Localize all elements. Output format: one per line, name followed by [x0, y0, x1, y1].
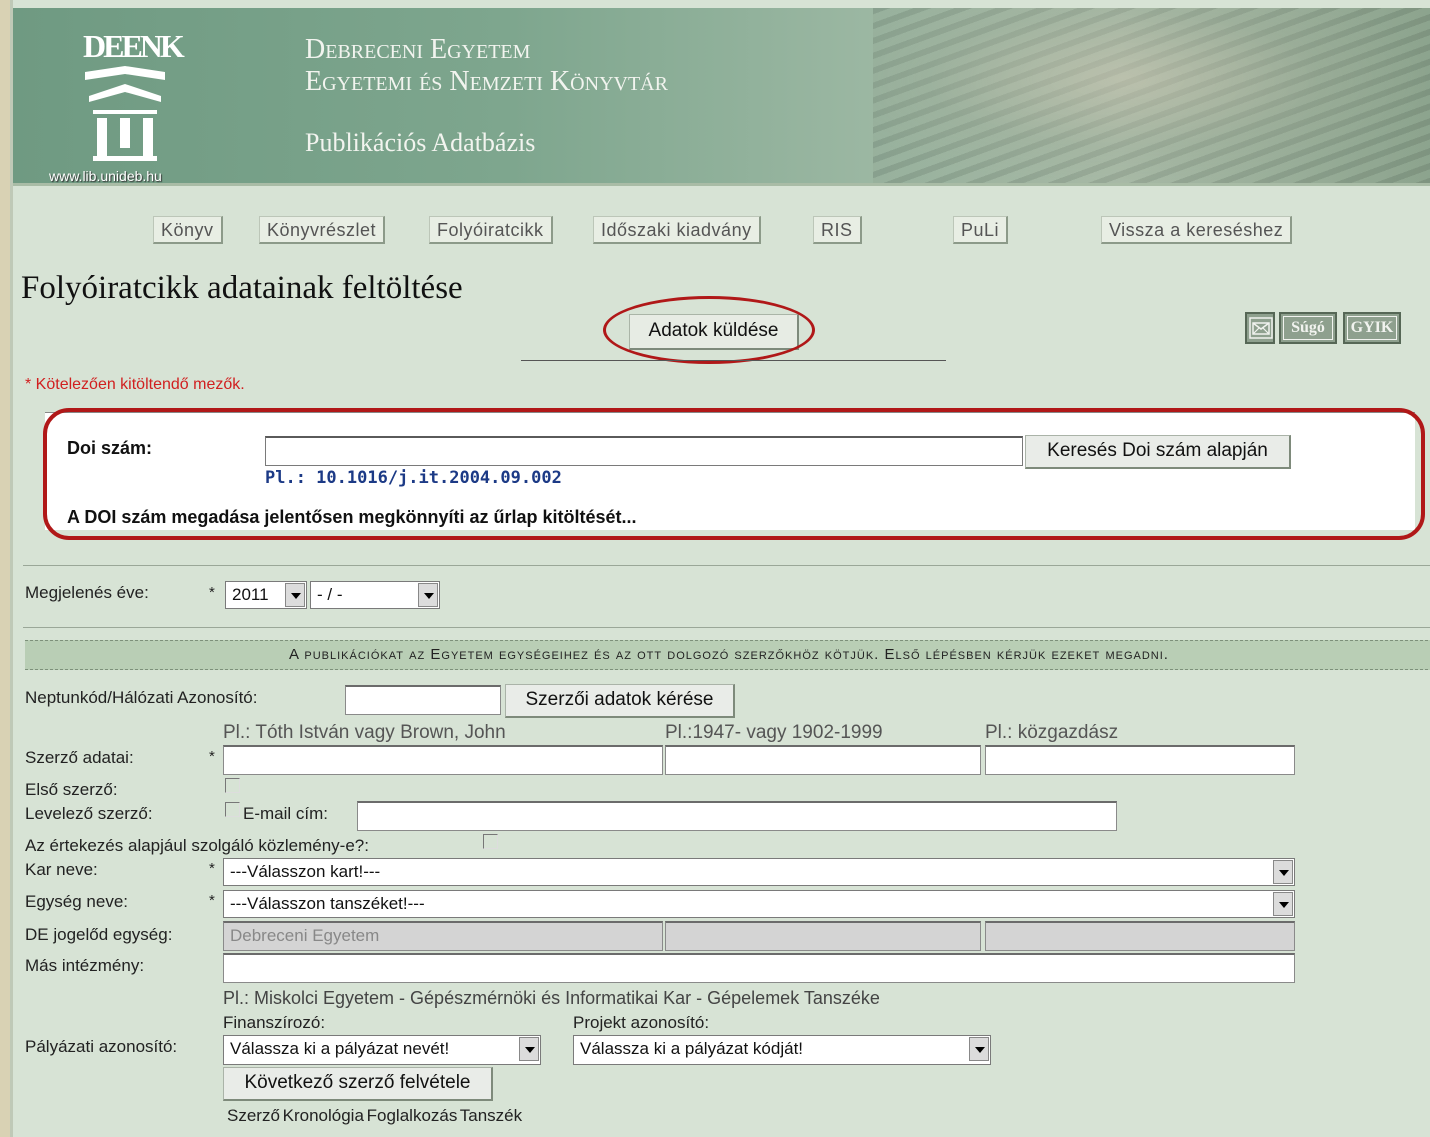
nav-back-to-search-button[interactable]: Vissza a kereséshez — [1101, 216, 1293, 244]
author-occupation-input[interactable] — [985, 745, 1295, 775]
name-hint: Pl.: Tóth István vagy Brown, John — [223, 722, 506, 743]
legal-predecessor-field-2 — [665, 921, 981, 951]
faculty-select[interactable]: ---Válasszon kart!--- — [223, 858, 1295, 886]
request-author-data-button[interactable]: Szerzői adatok kérése — [505, 684, 735, 718]
month-select-value: - / - — [317, 585, 343, 604]
project-select-value: Válassza ki a pályázat kódját! — [580, 1039, 804, 1058]
funder-label: Finanszírozó: — [223, 1013, 326, 1032]
library-logo[interactable]: DEENK www.lib.unideb.hu — [45, 28, 215, 184]
dissertation-checkbox[interactable] — [483, 834, 498, 849]
chevron-down-icon — [969, 1037, 989, 1061]
required-star: * — [209, 748, 215, 765]
month-select[interactable]: - / - — [310, 581, 440, 609]
required-star: * — [209, 860, 215, 877]
unit-select-value: ---Válasszon tanszéket!--- — [230, 894, 425, 913]
author-data-label: Szerző adatai: — [25, 748, 134, 767]
unit-label: Egység neve: — [25, 892, 129, 911]
header-banner: DEENK www.lib.unideb.hu Debreceni Egyete… — [13, 8, 1430, 186]
banner-title: Debreceni Egyetem Egyetemi és Nemzeti Kö… — [305, 34, 668, 98]
neptun-label: Neptunkód/Hálózati Azonosító: — [25, 688, 258, 707]
faculty-select-value: ---Válasszon kart!--- — [230, 862, 381, 881]
legal-predecessor-label: DE jogelőd egység: — [25, 925, 173, 944]
required-star: * — [209, 584, 215, 601]
corresponding-author-checkbox[interactable] — [225, 802, 240, 817]
chevron-down-icon — [1273, 860, 1293, 884]
year-label: Megjelenés éve: — [25, 583, 149, 602]
neptun-input[interactable] — [345, 685, 501, 715]
help-button[interactable]: Súgó — [1279, 312, 1337, 344]
year-select[interactable]: 2011 — [225, 581, 307, 609]
divider — [23, 627, 1430, 628]
first-author-label: Első szerző: — [25, 780, 118, 799]
nav-journal-article-button[interactable]: Folyóiratcikk — [429, 216, 553, 244]
send-divider — [521, 360, 946, 361]
occupation-hint: Pl.: közgazdász — [985, 722, 1119, 743]
nav-puli-button[interactable]: PuLi — [953, 216, 1009, 244]
banner-title-line1: Debreceni Egyetem — [305, 34, 531, 65]
required-star: * — [209, 892, 215, 909]
chevron-down-icon — [1273, 892, 1293, 916]
doi-highlight — [43, 408, 1425, 540]
dissertation-label: Az értekezés alapjául szolgáló közlemény… — [25, 836, 369, 855]
chevron-down-icon — [519, 1037, 539, 1061]
author-table-headers: Szerző Kronológia Foglalkozás Tanszék — [227, 1106, 523, 1125]
add-next-author-button[interactable]: Következő szerző felvétele — [223, 1067, 493, 1101]
first-author-checkbox[interactable] — [225, 778, 240, 793]
legal-predecessor-field-3 — [985, 921, 1295, 951]
nav-periodical-button[interactable]: Időszaki kiadvány — [593, 216, 761, 244]
banner-title-line2: Egyetemi és Nemzeti Könyvtár — [305, 66, 668, 97]
other-institution-label: Más intézmény: — [25, 956, 145, 975]
corresponding-author-label: Levelező szerző: — [25, 804, 153, 823]
author-dates-input[interactable] — [665, 745, 981, 775]
legal-predecessor-field: Debreceni Egyetem — [223, 921, 663, 951]
mail-button[interactable] — [1245, 312, 1275, 344]
page: DEENK www.lib.unideb.hu Debreceni Egyete… — [10, 0, 1430, 1137]
banner-subtitle: Publikációs Adatbázis — [305, 128, 536, 157]
year-select-value: 2011 — [232, 585, 269, 604]
author-name-input[interactable] — [223, 745, 663, 775]
chevron-down-icon — [285, 583, 305, 607]
logo-building-icon — [85, 66, 165, 161]
help-label: Súgó — [1283, 316, 1333, 340]
info-bar: A publikációkat az Egyetem egységeihez é… — [25, 640, 1430, 670]
other-institution-input[interactable] — [223, 953, 1295, 983]
email-input[interactable] — [357, 801, 1117, 831]
faq-label: GYIK — [1347, 316, 1397, 340]
dates-hint: Pl.:1947- vagy 1902-1999 — [665, 722, 883, 743]
mail-icon — [1249, 317, 1273, 339]
email-label: E-mail cím: — [243, 804, 328, 823]
other-institution-hint: Pl.: Miskolci Egyetem - Gépészmérnöki és… — [223, 988, 880, 1008]
banner-photo — [873, 8, 1430, 183]
funder-select-value: Válassza ki a pályázat nevét! — [230, 1039, 450, 1058]
page-title: Folyóiratcikk adatainak feltöltése — [21, 270, 463, 306]
nav-book-chapter-button[interactable]: Könyvrészlet — [259, 216, 386, 244]
unit-select[interactable]: ---Válasszon tanszéket!--- — [223, 890, 1295, 918]
required-fields-note: * Kötelezően kitöltendő mezők. — [25, 376, 245, 393]
faculty-label: Kar neve: — [25, 860, 98, 879]
nav-ris-button[interactable]: RIS — [813, 216, 862, 244]
divider — [23, 565, 1430, 566]
logo-letters: DEENK — [83, 28, 185, 64]
logo-url: www.lib.unideb.hu — [49, 168, 162, 184]
project-id-label: Projekt azonosító: — [573, 1013, 710, 1032]
grant-id-label: Pályázati azonosító: — [25, 1037, 178, 1056]
chevron-down-icon — [418, 583, 438, 607]
project-select[interactable]: Válassza ki a pályázat kódját! — [573, 1035, 991, 1065]
funder-select[interactable]: Válassza ki a pályázat nevét! — [223, 1035, 541, 1065]
faq-button[interactable]: GYIK — [1343, 312, 1401, 344]
send-button-highlight — [603, 296, 815, 364]
nav-book-button[interactable]: Könyv — [153, 216, 223, 244]
